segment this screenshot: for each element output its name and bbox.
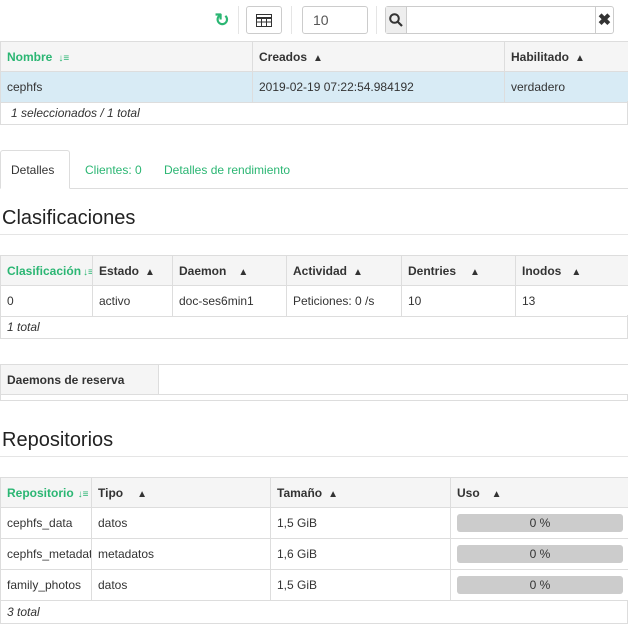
separator	[291, 6, 292, 34]
ranks-title: Clasificaciones	[2, 207, 136, 229]
cell-pool: family_photos	[0, 569, 92, 601]
column-header-inodes[interactable]: Inodos ▲︎	[515, 255, 628, 286]
separator	[376, 6, 377, 34]
columns-button[interactable]	[246, 6, 282, 34]
table-icon	[256, 13, 272, 27]
sort-asc-icon: ↓≡	[77, 488, 89, 500]
table-row[interactable]: family_photos datos 1,5 GiB 0 %	[0, 569, 628, 601]
search-input[interactable]	[407, 7, 595, 33]
sort-icon: ▲︎	[328, 488, 339, 500]
filesystems-table: Nombre ↓≡ Creados ▲︎ Habilitado ▲︎ cephfs 2…	[0, 41, 628, 103]
column-header-rank[interactable]: Clasificación↓≡	[0, 255, 93, 286]
tab-performance[interactable]: Detalles de rendimiento	[164, 150, 290, 189]
table-toolbar: ↻ 10 ✖	[0, 0, 628, 42]
cell-type: datos	[91, 569, 271, 601]
cell-type: metadatos	[91, 538, 271, 570]
sort-icon: ▲︎	[470, 266, 480, 278]
tab-details[interactable]: Detalles	[0, 150, 70, 189]
page-limit-input[interactable]: 10	[302, 6, 368, 34]
cell-size: 1,6 GiB	[270, 538, 451, 570]
cell-size: 1,5 GiB	[270, 507, 451, 539]
cell-daemon: doc-ses6min1	[172, 285, 287, 317]
table-row[interactable]: 0 activo doc-ses6min1 Peticiones: 0 /s 1…	[0, 285, 628, 317]
cell-dentries: 10	[401, 285, 516, 317]
sort-asc-icon: ↓≡	[83, 266, 91, 278]
column-header-name[interactable]: Nombre ↓≡	[0, 41, 253, 72]
column-header-enabled[interactable]: Habilitado ▲︎	[504, 41, 628, 72]
column-header-activity[interactable]: Actividad ▲︎	[286, 255, 402, 286]
refresh-button[interactable]: ↻	[208, 6, 236, 34]
column-header-type[interactable]: Tipo ▲︎	[91, 477, 271, 508]
standby-table: Daemons de reserva	[0, 364, 628, 395]
cell-rank: 0	[0, 285, 93, 317]
divider	[0, 456, 628, 457]
close-icon: ✖	[597, 12, 612, 29]
column-header-size[interactable]: Tamaño ▲︎	[270, 477, 451, 508]
table-footer: 1 total	[0, 315, 628, 339]
sort-icon: ▲︎	[145, 266, 155, 278]
usage-bar: 0 %	[457, 514, 623, 532]
column-header-state[interactable]: Estado ▲︎	[92, 255, 173, 286]
table-footer	[0, 395, 628, 401]
cell-type: datos	[91, 507, 271, 539]
sort-icon: ▲︎	[313, 52, 323, 64]
cell-activity: Peticiones: 0 /s	[286, 285, 402, 317]
refresh-icon: ↻	[214, 9, 230, 30]
sort-icon: ▲︎	[238, 266, 249, 278]
usage-bar: 0 %	[457, 576, 623, 594]
column-header-created[interactable]: Creados ▲︎	[252, 41, 505, 72]
cell-pool: cephfs_data	[0, 507, 92, 539]
cell-usage: 0 %	[450, 569, 628, 601]
standby-label: Daemons de reserva	[0, 364, 159, 395]
detail-tabs: Detalles Clientes: 0 Detalles de rendimi…	[0, 150, 628, 189]
cell-usage: 0 %	[450, 538, 628, 570]
table-footer: 1 seleccionados / 1 total	[0, 101, 628, 125]
sort-icon: ▲︎	[353, 266, 363, 278]
clear-search-button[interactable]: ✖	[595, 7, 613, 33]
divider	[0, 234, 628, 235]
usage-bar: 0 %	[457, 545, 623, 563]
cell-pool: cephfs_metadata	[0, 538, 92, 570]
table-row[interactable]: cephfs_metadata metadatos 1,6 GiB 0 %	[0, 538, 628, 570]
column-header-usage[interactable]: Uso ▲︎	[450, 477, 628, 508]
table-row[interactable]: cephfs 2019-02-19 07:22:54.984192 verdad…	[0, 71, 628, 103]
sort-icon: ▲︎	[137, 488, 148, 500]
search-group: ✖	[385, 6, 614, 34]
standby-value	[158, 364, 628, 395]
pools-title: Repositorios	[2, 429, 114, 451]
cell-name: cephfs	[0, 71, 253, 103]
sort-icon: ▲︎	[575, 52, 585, 64]
column-header-daemon[interactable]: Daemon ▲︎	[172, 255, 287, 286]
cell-state: activo	[92, 285, 173, 317]
sort-icon: ▲︎	[571, 266, 582, 278]
search-icon	[386, 7, 407, 33]
column-header-pool[interactable]: Repositorio ↓≡	[0, 477, 92, 508]
pools-table: Repositorio ↓≡ Tipo ▲︎ Tamaño ▲︎ Uso ▲︎ ceph…	[0, 477, 628, 601]
table-row[interactable]: cephfs_data datos 1,5 GiB 0 %	[0, 507, 628, 539]
tab-clients[interactable]: Clientes: 0	[85, 150, 142, 189]
cell-usage: 0 %	[450, 507, 628, 539]
cell-inodes: 13	[515, 285, 628, 317]
separator	[238, 6, 239, 34]
column-header-dentries[interactable]: Dentries ▲︎	[401, 255, 516, 286]
table-footer: 3 total	[0, 600, 628, 624]
sort-asc-icon: ↓≡	[58, 52, 70, 64]
cell-enabled: verdadero	[504, 71, 628, 103]
cell-created: 2019-02-19 07:22:54.984192	[252, 71, 505, 103]
sort-icon: ▲︎	[491, 488, 502, 500]
cell-size: 1,5 GiB	[270, 569, 451, 601]
ranks-table: Clasificación↓≡ Estado▲︎ Daemon▲︎ Activi…	[0, 255, 628, 317]
